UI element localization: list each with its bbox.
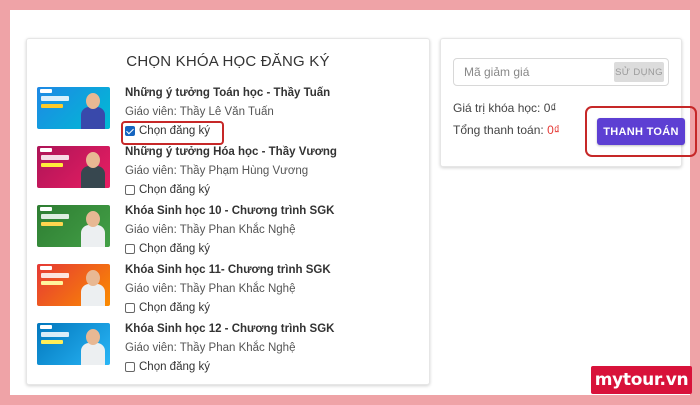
course-name[interactable]: Những ý tưởng Hóa học - Thầy Vương [125,146,337,158]
course-name[interactable]: Khóa Sinh học 11- Chương trình SGK [125,264,331,276]
course-teacher: Giáo viên: Thầy Phan Khắc Nghệ [125,224,296,236]
highlight-box [585,106,697,157]
course-teacher: Giáo viên: Thầy Phạm Hùng Vương [125,165,309,177]
course-name[interactable]: Khóa Sinh học 10 - Chương trình SGK [125,205,334,217]
course-thumbnail[interactable] [37,264,110,306]
coupon-field: SỬ DỤNG [453,58,669,86]
watermark-logo: mytour.vn [591,366,692,394]
register-label: Chọn đăng ký [139,302,210,314]
register-checkbox[interactable]: Chọn đăng ký [125,243,210,255]
section-title: CHỌN KHÓA HỌC ĐĂNG KÝ [126,53,330,70]
course-selection-panel: CHỌN KHÓA HỌC ĐĂNG KÝ Những ý tưởng Toán… [26,38,430,385]
course-thumbnail[interactable] [37,87,110,129]
course-name[interactable]: Những ý tưởng Toán học - Thầy Tuấn [125,87,330,99]
checkbox-icon[interactable] [125,244,135,254]
course-teacher: Giáo viên: Thầy Phan Khắc Nghệ [125,342,296,354]
course-teacher: Giáo viên: Thầy Phan Khắc Nghệ [125,283,296,295]
course-item: Khóa Sinh học 12 - Chương trình SGK Giáo… [37,323,417,381]
total-label: Tổng thanh toán: [453,123,544,137]
register-checkbox[interactable]: Chọn đăng ký [125,184,210,196]
highlight-box [121,121,224,145]
course-value: 0₫ [543,101,557,115]
total-value: 0₫ [547,123,560,137]
course-item: Những ý tưởng Hóa học - Thầy Vương Giáo … [37,146,417,204]
course-item: Khóa Sinh học 10 - Chương trình SGK Giáo… [37,205,417,263]
checkbox-icon[interactable] [125,362,135,372]
course-thumbnail[interactable] [37,146,110,188]
course-thumbnail[interactable] [37,323,110,365]
course-value-row: Giá trị khóa học: 0₫ [453,101,557,115]
course-name[interactable]: Khóa Sinh học 12 - Chương trình SGK [125,323,334,335]
register-label: Chọn đăng ký [139,361,210,373]
course-value-label: Giá trị khóa học: [453,101,541,115]
register-checkbox[interactable]: Chọn đăng ký [125,361,210,373]
payment-panel: SỬ DỤNG Giá trị khóa học: 0₫ Tổng thanh … [440,38,697,167]
watermark-text: mytour.vn [594,370,689,390]
register-checkbox[interactable]: Chọn đăng ký [125,302,210,314]
apply-coupon-button[interactable]: SỬ DỤNG [614,62,664,82]
total-row: Tổng thanh toán: 0₫ [453,123,560,137]
coupon-input[interactable] [454,59,614,85]
course-item: Khóa Sinh học 11- Chương trình SGK Giáo … [37,264,417,322]
page-content: CHỌN KHÓA HỌC ĐĂNG KÝ Những ý tưởng Toán… [10,10,697,395]
register-label: Chọn đăng ký [139,243,210,255]
checkbox-icon[interactable] [125,185,135,195]
checkbox-icon[interactable] [125,303,135,313]
register-label: Chọn đăng ký [139,184,210,196]
course-teacher: Giáo viên: Thầy Lê Văn Tuấn [125,106,274,118]
course-thumbnail[interactable] [37,205,110,247]
course-item: Những ý tưởng Toán học - Thầy Tuấn Giáo … [37,87,417,145]
